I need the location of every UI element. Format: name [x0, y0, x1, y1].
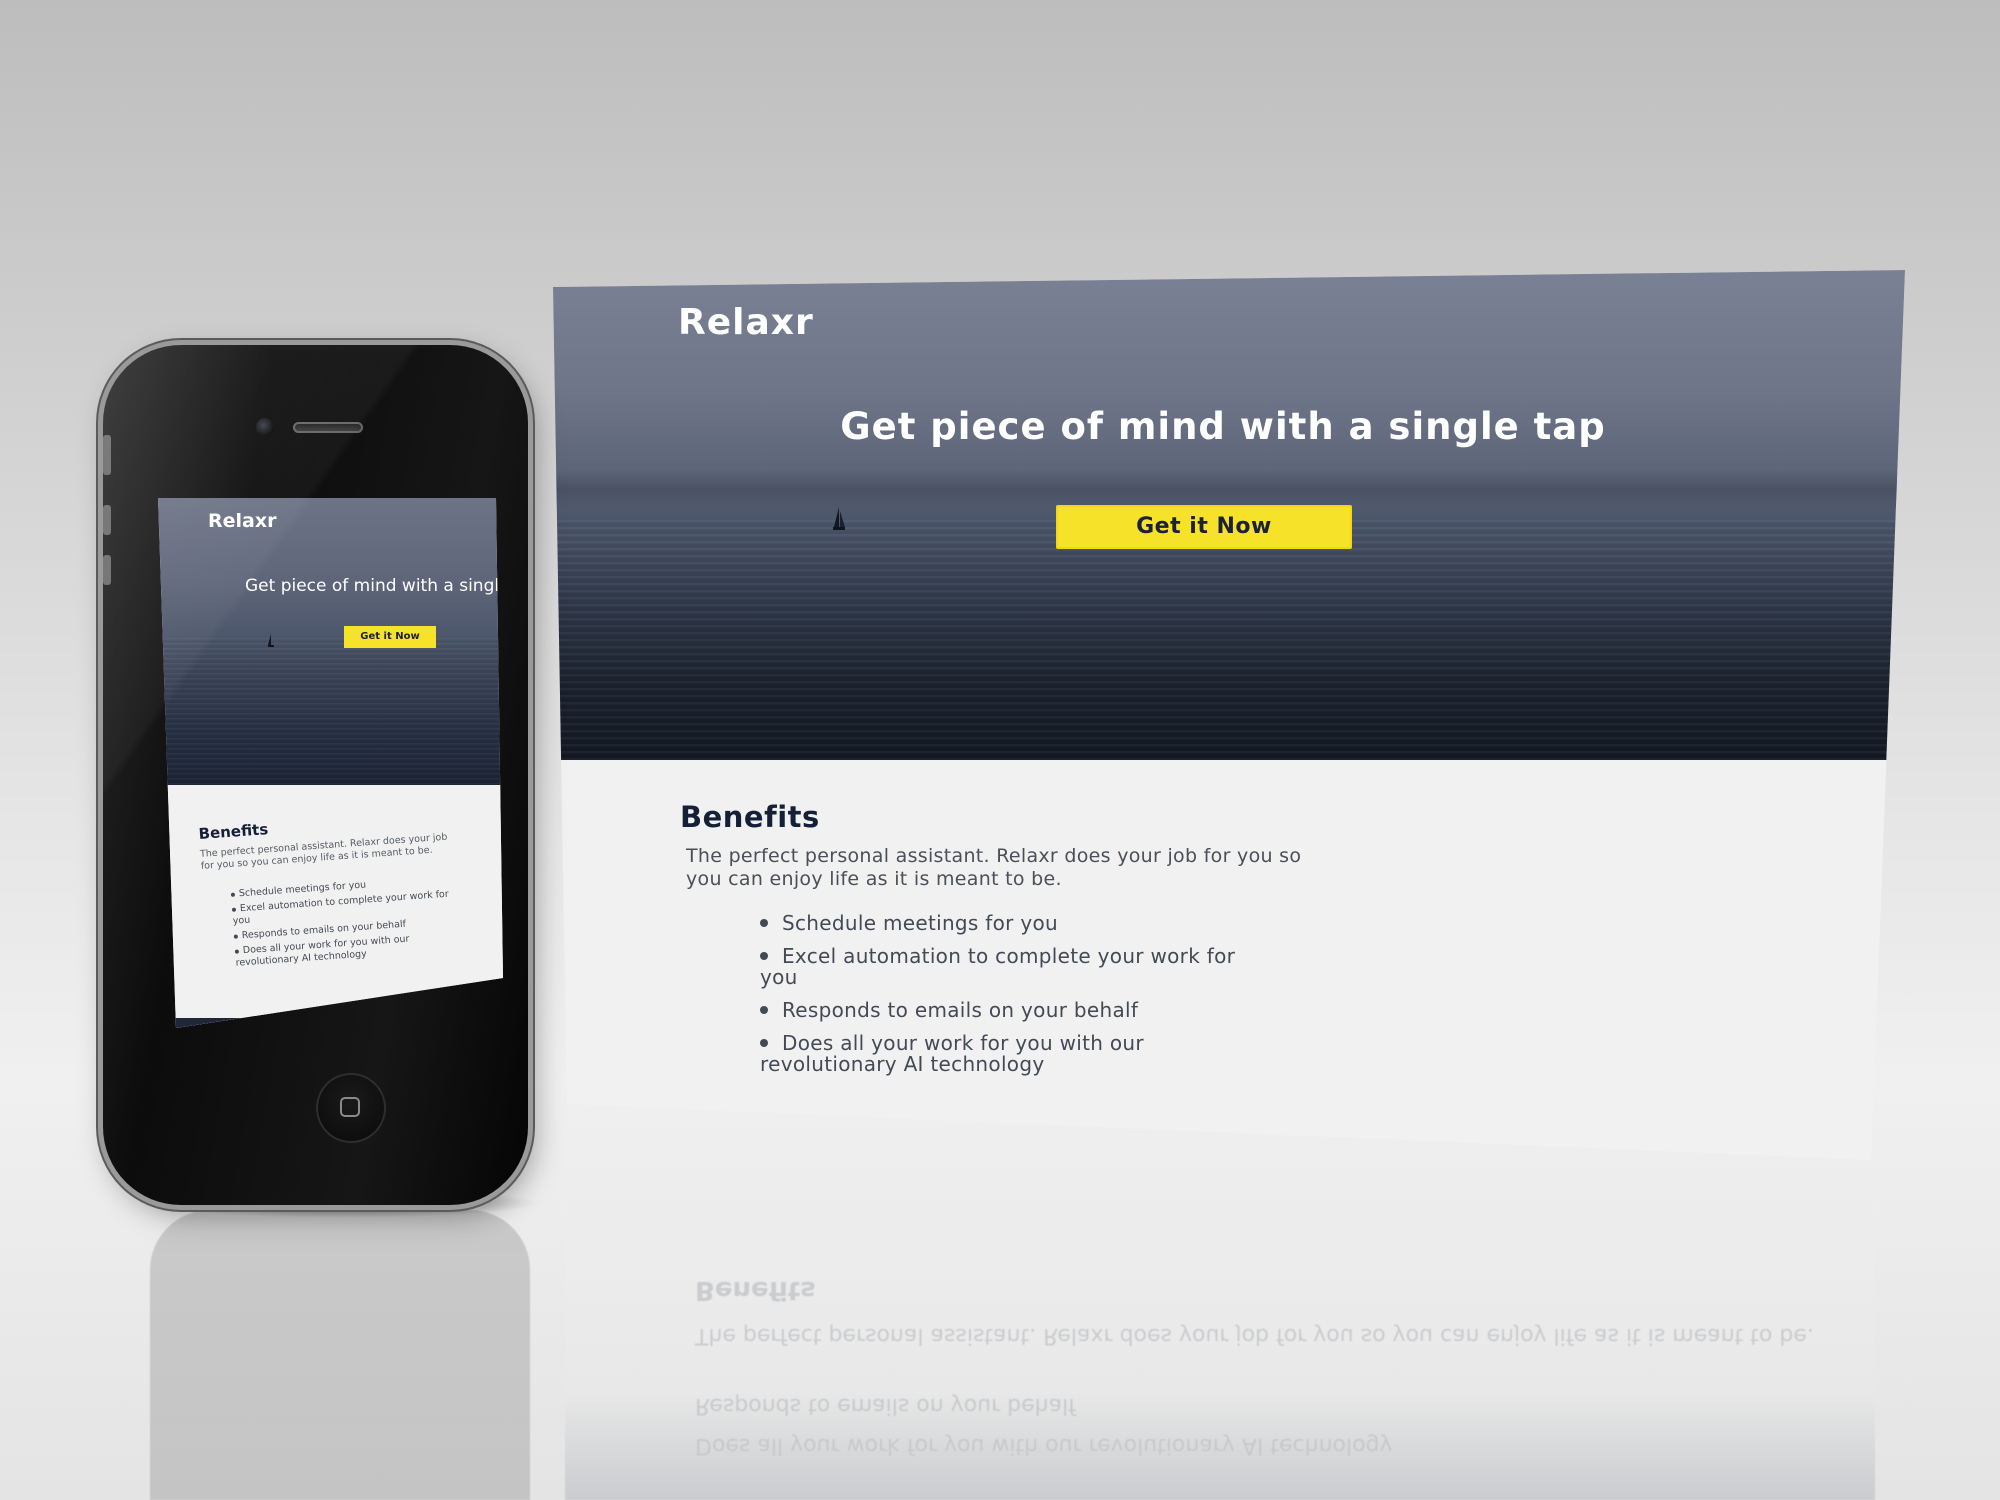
- volume-up-button: [103, 505, 111, 535]
- mobile-benefits-section: Benefits The perfect personal assistant.…: [158, 785, 503, 1028]
- mobile-get-it-now-button[interactable]: Get it Now: [344, 626, 436, 648]
- list-item: Does all your work for you with our revo…: [760, 1033, 1260, 1075]
- mobile-benefits-content: Benefits The perfect personal assistant.…: [198, 808, 458, 975]
- benefits-list: Schedule meetings for you Excel automati…: [760, 913, 1260, 1087]
- phone-screen: Relaxr Get piece of mind with a single t…: [158, 498, 503, 1028]
- benefits-description: The perfect personal assistant. Relaxr d…: [686, 845, 1302, 890]
- sailboat-icon: [268, 634, 274, 647]
- bullet-icon: [233, 933, 238, 939]
- benefits-section: Benefits The perfect personal assistant.…: [553, 760, 1905, 1160]
- bullet-icon: [760, 952, 768, 960]
- mobile-hero-headline: Get piece of mind with a single t: [245, 576, 503, 596]
- phone-reflection: [150, 1210, 530, 1500]
- list-item: Excel automation to complete your work f…: [760, 946, 1260, 988]
- mobile-hero-section: Relaxr Get piece of mind with a single t…: [158, 498, 503, 785]
- bullet-icon: [760, 1006, 768, 1014]
- volume-down-button: [103, 555, 111, 585]
- benefits-title: Benefits: [680, 800, 820, 834]
- hero-section: Relaxr Get piece of mind with a single t…: [553, 270, 1905, 760]
- list-item: Responds to emails on your behalf: [760, 1000, 1260, 1021]
- reflection-description: The perfect personal assistant. Relaxr d…: [695, 1323, 1814, 1348]
- reflection-benefit-text: Responds to emails on your behalf: [695, 1393, 1076, 1418]
- home-square-glyph: [340, 1097, 360, 1117]
- benefit-text: Does all your work for you with our revo…: [760, 1031, 1144, 1076]
- list-item: Schedule meetings for you: [760, 913, 1260, 934]
- sailboat-icon: [833, 507, 845, 530]
- bullet-icon: [760, 919, 768, 927]
- benefit-text: Schedule meetings for you: [782, 911, 1059, 935]
- mobile-benefits-list: Schedule meetings for you Excel automati…: [230, 873, 458, 969]
- mute-switch: [103, 435, 111, 475]
- desktop-reflection: Does all your work for you with our revo…: [565, 1135, 1875, 1500]
- mobile-footer-strip: [158, 1018, 503, 1028]
- earpiece-speaker-icon: [293, 422, 363, 433]
- benefit-text: Excel automation to complete your work f…: [760, 944, 1236, 989]
- hero-headline: Get piece of mind with a single tap: [840, 405, 1606, 448]
- bullet-icon: [230, 892, 236, 897]
- desktop-mockup: Relaxr Get piece of mind with a single t…: [553, 270, 1905, 1160]
- bullet-icon: [231, 907, 237, 912]
- front-camera-icon: [256, 418, 274, 436]
- get-it-now-button[interactable]: Get it Now: [1056, 505, 1352, 549]
- mobile-brand-logo[interactable]: Relaxr: [208, 510, 276, 532]
- brand-logo[interactable]: Relaxr: [678, 302, 814, 343]
- reflection-benefits-title: Benefits: [695, 1275, 816, 1305]
- home-button-icon[interactable]: [316, 1073, 386, 1143]
- phone-mockup: Relaxr Get piece of mind with a single t…: [103, 345, 528, 1205]
- benefit-text: Responds to emails on your behalf: [782, 998, 1139, 1022]
- reflection-benefit-text: Does all your work for you with our revo…: [695, 1433, 1393, 1458]
- bullet-icon: [234, 948, 240, 954]
- bullet-icon: [760, 1039, 768, 1047]
